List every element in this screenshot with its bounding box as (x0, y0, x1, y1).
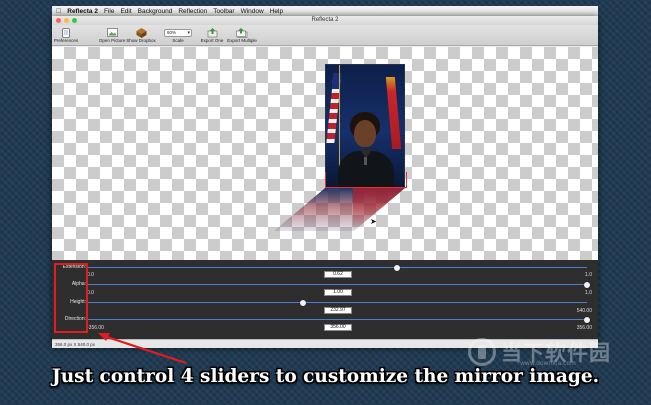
picture-icon (106, 27, 118, 38)
alpha-slider-knob[interactable] (584, 281, 590, 288)
app-window: Reflecta 2 Preferences Open Picture Show… (52, 16, 598, 348)
direction-slider-track[interactable] (87, 316, 590, 323)
scale-control[interactable]: 60% Scale (162, 29, 194, 43)
export-one-button[interactable]: Export One (200, 27, 224, 43)
extension-slider-track[interactable] (87, 264, 587, 271)
apple-icon[interactable]:  (56, 8, 61, 15)
phone-icon (60, 27, 72, 38)
mouse-cursor-icon: ➤ (370, 217, 377, 226)
close-button[interactable] (56, 18, 61, 23)
export-multiple-button[interactable]: Export Multiple (226, 27, 258, 43)
direction-max: 356.00 (576, 325, 592, 331)
alpha-min: 0.0 (87, 290, 94, 296)
menu-bar:  Reflecta 2 File Edit Background Reflec… (52, 6, 598, 16)
direction-slider-knob[interactable] (584, 316, 590, 323)
portrait-face (354, 120, 376, 147)
extension-slider-knob[interactable] (394, 264, 400, 271)
menu-item-help[interactable]: Help (270, 8, 283, 15)
selection-outline[interactable] (325, 172, 407, 188)
show-dropbox-button[interactable]: Show Dropbox (126, 27, 156, 43)
watermark-logo-icon (468, 338, 496, 366)
alpha-value-field[interactable]: 1.00 (324, 289, 352, 296)
menu-item-background[interactable]: Background (138, 8, 173, 15)
labels-highlight-box (54, 263, 88, 333)
mirror-reflection (274, 188, 405, 231)
alpha-max: 1.0 (585, 290, 592, 296)
export-icon (206, 27, 218, 38)
export-multiple-icon (236, 27, 248, 38)
toolbar: Preferences Open Picture Show Dropbox 60… (52, 25, 598, 46)
flag-right (385, 77, 402, 149)
height-value-field[interactable]: 232.97 (324, 307, 352, 314)
dropbox-icon (135, 27, 147, 38)
minimize-button[interactable] (64, 18, 69, 23)
menu-item-window[interactable]: Window (241, 8, 264, 15)
open-picture-button[interactable]: Open Picture (98, 27, 126, 43)
preferences-button[interactable]: Preferences (54, 27, 78, 43)
extension-value-field[interactable]: 0.62 (324, 271, 352, 278)
height-slider-track[interactable] (87, 299, 587, 306)
annotation-caption: Just control 4 sliders to customize the … (51, 366, 600, 387)
direction-value-field[interactable]: 356.00 (324, 324, 352, 331)
direction-min: -356.00 (87, 325, 104, 331)
menu-item-toolbar[interactable]: Toolbar (213, 8, 234, 15)
preview-canvas[interactable]: ➤ (52, 47, 598, 260)
alpha-slider-track[interactable] (87, 281, 590, 288)
menu-item-file[interactable]: File (104, 8, 114, 15)
scale-select[interactable]: 60% (164, 29, 192, 37)
microphone (364, 157, 367, 165)
window-controls (56, 18, 77, 23)
zoom-button[interactable] (72, 18, 77, 23)
menu-app-name[interactable]: Reflecta 2 (67, 8, 98, 15)
extension-max: 1.0 (585, 272, 592, 278)
source-picture[interactable] (325, 64, 405, 188)
title-bar[interactable]: Reflecta 2 (52, 16, 598, 25)
extension-min: 0.0 (87, 272, 94, 278)
menu-item-edit[interactable]: Edit (120, 8, 131, 15)
menu-item-reflection[interactable]: Reflection (178, 8, 207, 15)
controls-panel: Extension: 0.0 0.62 1.0 Alpha: 0.0 1.00 … (52, 260, 598, 339)
height-slider-knob[interactable] (299, 299, 306, 306)
window-title: Reflecta 2 (311, 17, 339, 23)
height-max: 540.00 (576, 308, 592, 314)
